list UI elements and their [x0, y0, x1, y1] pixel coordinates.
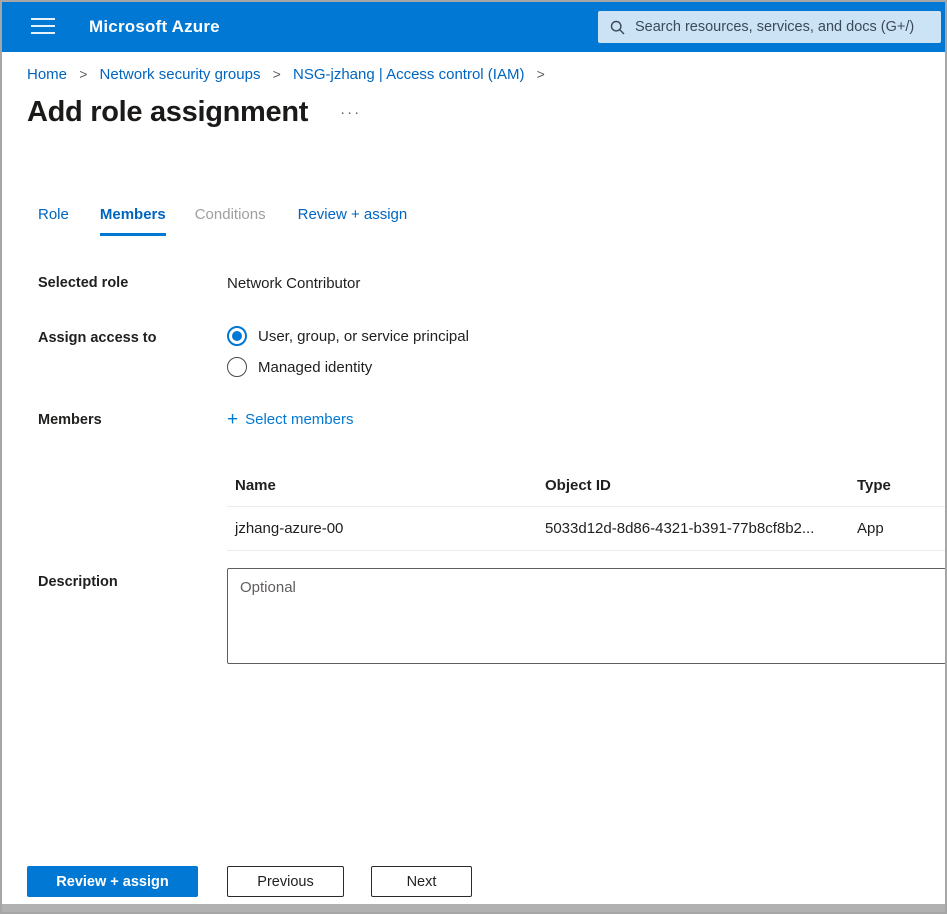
table-row: jzhang-azure-00 5033d12d-8d86-4321-b391-… [227, 507, 947, 551]
select-members-link[interactable]: + Select members [227, 410, 353, 429]
breadcrumb-separator: > [79, 66, 87, 82]
global-search-box [598, 11, 941, 43]
review-assign-button[interactable]: Review + assign [27, 866, 198, 897]
breadcrumb-separator: > [537, 66, 545, 82]
members-label: Members [38, 412, 102, 428]
radio-option-label: Managed identity [258, 359, 372, 376]
column-header-type: Type [857, 477, 947, 494]
member-object-id-cell: 5033d12d-8d86-4321-b391-77b8cf8b2... [545, 520, 857, 537]
next-button[interactable]: Next [371, 866, 472, 897]
breadcrumb-network-security-groups[interactable]: Network security groups [100, 66, 261, 83]
column-header-object-id: Object ID [545, 477, 857, 494]
plus-icon: + [227, 410, 238, 429]
tab-conditions[interactable]: Conditions [195, 206, 266, 236]
select-members-label: Select members [245, 411, 353, 428]
description-textarea[interactable] [227, 568, 947, 664]
search-icon [610, 20, 625, 35]
radio-option-label: User, group, or service principal [258, 328, 469, 345]
breadcrumb: Home > Network security groups > NSG-jzh… [27, 66, 553, 83]
more-options-icon[interactable]: ··· [340, 104, 361, 121]
table-header-row: Name Object ID Type [227, 464, 947, 507]
member-name-cell: jzhang-azure-00 [227, 520, 545, 537]
tab-bar: Role Members Conditions Review + assign [38, 206, 407, 236]
app-title[interactable]: Microsoft Azure [89, 2, 220, 52]
assign-access-to-label: Assign access to [38, 330, 156, 346]
radio-unselected-icon[interactable] [227, 357, 247, 377]
breadcrumb-home[interactable]: Home [27, 66, 67, 83]
breadcrumb-nsg-access-control[interactable]: NSG-jzhang | Access control (IAM) [293, 66, 524, 83]
search-input[interactable] [635, 19, 941, 35]
breadcrumb-separator: > [273, 66, 281, 82]
radio-managed-identity[interactable]: Managed identity [227, 357, 372, 377]
radio-user-group-service-principal[interactable]: User, group, or service principal [227, 326, 469, 346]
member-type-cell: App [857, 520, 947, 537]
hamburger-menu-icon[interactable] [31, 18, 57, 36]
radio-selected-icon[interactable] [227, 326, 247, 346]
tab-review-assign[interactable]: Review + assign [298, 206, 408, 236]
page-title: Add role assignment [27, 96, 308, 129]
selected-role-label: Selected role [38, 275, 128, 291]
tab-members[interactable]: Members [100, 206, 166, 236]
tab-role[interactable]: Role [38, 206, 69, 236]
selected-role-value: Network Contributor [227, 275, 360, 292]
azure-portal-window: Microsoft Azure Home > Network security … [0, 0, 947, 914]
previous-button[interactable]: Previous [227, 866, 344, 897]
window-bottom-edge [0, 904, 947, 912]
column-header-name: Name [227, 477, 545, 494]
description-label: Description [38, 574, 118, 590]
top-bar: Microsoft Azure [2, 2, 945, 52]
members-table: Name Object ID Type jzhang-azure-00 5033… [227, 464, 947, 551]
